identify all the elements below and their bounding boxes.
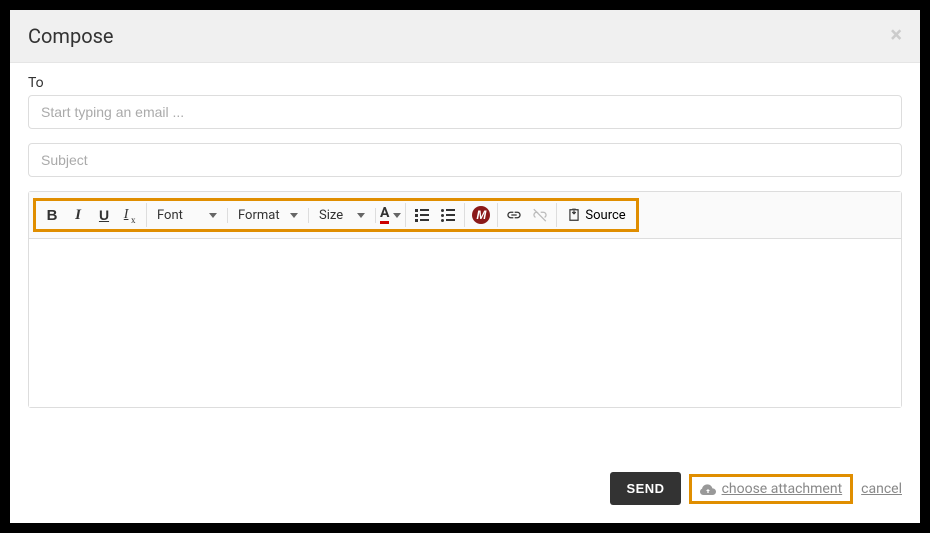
editor-content-area[interactable]: [29, 239, 901, 407]
bullet-list-icon: [441, 209, 455, 222]
bullet-list-button[interactable]: [436, 203, 460, 227]
toolbar-highlight: B I U I Font Format: [33, 198, 639, 232]
chevron-down-icon: [209, 213, 217, 218]
choose-attachment-link[interactable]: choose attachment: [722, 481, 843, 497]
to-input[interactable]: [28, 95, 902, 129]
chevron-down-icon: [357, 213, 365, 218]
rich-text-editor: B I U I Font Format: [28, 191, 902, 408]
size-select[interactable]: Size: [313, 208, 371, 223]
font-select-label: Font: [157, 208, 183, 223]
font-select[interactable]: Font: [151, 208, 223, 223]
source-label: Source: [585, 208, 625, 223]
source-button[interactable]: Source: [561, 208, 631, 223]
remove-format-button[interactable]: I: [118, 203, 142, 227]
numbered-list-button[interactable]: [410, 203, 434, 227]
modal-header: Compose ×: [10, 10, 920, 63]
merge-field-button[interactable]: M: [469, 203, 493, 227]
attachment-highlight: choose attachment: [689, 474, 854, 504]
send-button[interactable]: SEND: [610, 472, 680, 505]
numbered-list-icon: [415, 209, 429, 222]
chevron-down-icon: [393, 213, 401, 218]
close-icon[interactable]: ×: [890, 25, 902, 47]
modal-footer: SEND choose attachment cancel: [610, 472, 902, 505]
bold-button[interactable]: B: [40, 203, 64, 227]
text-color-icon: A: [380, 206, 389, 224]
unlink-button[interactable]: [528, 203, 552, 227]
link-button[interactable]: [502, 203, 526, 227]
unlink-icon: [532, 207, 548, 223]
compose-modal: Compose × To B I U I Font: [0, 0, 930, 533]
to-label: To: [28, 75, 902, 91]
size-select-label: Size: [319, 208, 343, 223]
modal-body: To B I U I Font: [10, 63, 920, 420]
cancel-link[interactable]: cancel: [861, 481, 902, 497]
subject-input[interactable]: [28, 143, 902, 177]
format-select-label: Format: [238, 208, 280, 223]
m-circle-icon: M: [472, 206, 490, 224]
editor-toolbar: B I U I Font Format: [29, 192, 901, 239]
underline-button[interactable]: U: [92, 203, 116, 227]
link-icon: [506, 207, 522, 223]
cloud-upload-icon: [700, 483, 716, 495]
italic-button[interactable]: I: [66, 203, 90, 227]
text-color-button[interactable]: A: [380, 203, 401, 227]
format-select[interactable]: Format: [232, 208, 304, 223]
chevron-down-icon: [290, 213, 298, 218]
modal-title: Compose: [28, 24, 114, 48]
source-icon: [567, 208, 581, 222]
